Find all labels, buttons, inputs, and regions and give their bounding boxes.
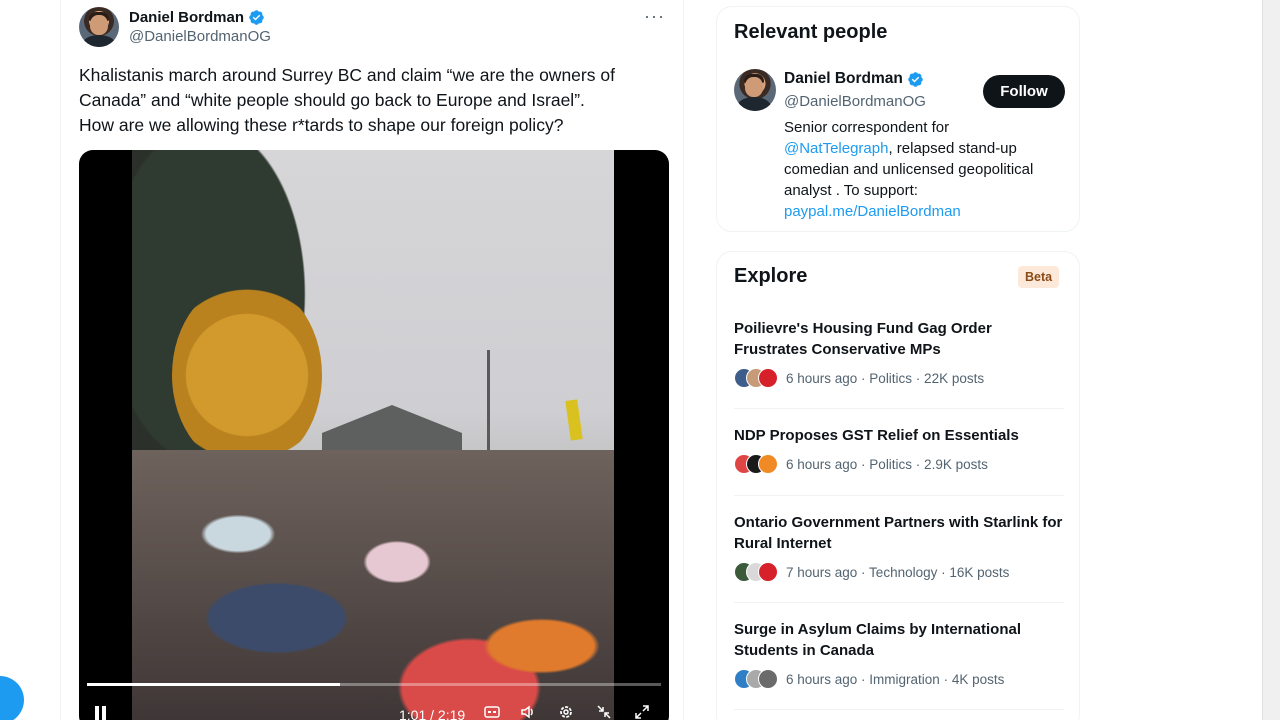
author-avatar[interactable] xyxy=(79,7,119,47)
explore-item-title: Surge in Asylum Claims by International … xyxy=(734,621,1022,659)
avatar xyxy=(758,669,778,689)
explore-title: Explore xyxy=(734,265,808,287)
author-name[interactable]: Daniel Bordman xyxy=(129,9,244,26)
more-options-button[interactable]: ··· xyxy=(644,6,665,27)
explore-item-meta: 6 hours ago · Immigration · 4K posts xyxy=(786,671,1005,687)
video-time: 1:01 / 2:19 xyxy=(399,707,466,720)
video-scene-flag xyxy=(565,399,583,441)
avatar-shirt xyxy=(82,35,116,47)
explore-item-meta-row: 7 hours ago · Technology · 16K posts xyxy=(734,562,1064,582)
avatar-shirt xyxy=(737,97,771,111)
explore-item-meta: 6 hours ago · Politics · 22K posts xyxy=(786,370,985,386)
divider xyxy=(734,709,1064,710)
tweet-header: Daniel Bordman @DanielBordmanOG xyxy=(79,6,271,48)
follow-button[interactable]: Follow xyxy=(983,75,1065,108)
tweet-text-line: Khalistanis march around Surrey BC and c… xyxy=(79,65,615,85)
explore-item-avatars xyxy=(734,368,778,388)
avatar xyxy=(758,368,778,388)
tweet-text-line: How are we allowing these r*tards to sha… xyxy=(79,115,564,135)
verified-badge-icon xyxy=(249,10,264,25)
tweet-text-line: Canada” and “white people should go back… xyxy=(79,90,585,110)
explore-item-title: Ontario Government Partners with Starlin… xyxy=(734,514,1063,552)
author-handle[interactable]: @DanielBordmanOG xyxy=(129,28,271,45)
pause-icon[interactable] xyxy=(93,704,109,720)
explore-item[interactable]: Ontario Government Partners with Starlin… xyxy=(734,512,1064,582)
explore-item-avatars xyxy=(734,669,778,689)
relevant-people-title: Relevant people xyxy=(734,21,888,43)
author-info: Daniel Bordman @DanielBordmanOG xyxy=(129,9,271,45)
explore-item-title: Poilievre's Housing Fund Gag Order Frust… xyxy=(734,320,992,358)
bio-url-link[interactable]: paypal.me/DanielBordman xyxy=(784,203,961,220)
relevant-people-card: Relevant people Daniel Bordman @DanielBo… xyxy=(716,6,1080,232)
volume-icon[interactable] xyxy=(519,704,537,720)
explore-item-avatars xyxy=(734,454,778,474)
main-column: Daniel Bordman @DanielBordmanOG ··· Khal… xyxy=(60,0,684,720)
avatar-face xyxy=(745,77,763,97)
divider xyxy=(734,602,1064,603)
explore-item-meta-row: 6 hours ago · Immigration · 4K posts xyxy=(734,669,1064,689)
fullscreen-icon[interactable] xyxy=(633,704,651,720)
verified-badge-icon xyxy=(908,71,923,87)
explore-card: Explore Beta Poilievre's Housing Fund Ga… xyxy=(716,251,1080,720)
explore-item-title: NDP Proposes GST Relief on Essentials xyxy=(734,427,1019,444)
divider xyxy=(734,495,1064,496)
video-scene-crowd xyxy=(132,450,614,720)
video-controls: 1:01 / 2:19 xyxy=(79,698,669,720)
bio-mention-link[interactable]: @NatTelegraph xyxy=(784,140,888,157)
video-frame[interactable] xyxy=(132,150,614,720)
explore-item-meta-row: 6 hours ago · Politics · 2.9K posts xyxy=(734,454,1064,474)
explore-item[interactable]: Poilievre's Housing Fund Gag Order Frust… xyxy=(734,318,1064,388)
explore-item-meta: 6 hours ago · Politics · 2.9K posts xyxy=(786,456,988,472)
explore-item-avatars xyxy=(734,562,778,582)
video-scene-tree-autumn xyxy=(172,280,322,470)
explore-item[interactable]: Surge in Asylum Claims by International … xyxy=(734,619,1064,689)
video-progress-bar[interactable] xyxy=(87,683,661,686)
relevant-person-avatar[interactable] xyxy=(734,69,776,111)
avatar xyxy=(758,454,778,474)
video-progress-fill xyxy=(87,683,340,686)
video-player[interactable]: 1:01 / 2:19 xyxy=(79,150,669,720)
avatar-face xyxy=(90,15,108,35)
relevant-person-name[interactable]: Daniel Bordman xyxy=(784,70,903,88)
page: Daniel Bordman @DanielBordmanOG ··· Khal… xyxy=(0,0,1280,720)
captions-icon[interactable] xyxy=(483,704,501,720)
bio-text: Senior correspondent for xyxy=(784,119,950,136)
explore-item-meta: 7 hours ago · Technology · 16K posts xyxy=(786,564,1010,580)
relevant-person-name-line: Daniel Bordman xyxy=(784,70,924,88)
beta-badge: Beta xyxy=(1018,266,1060,288)
relevant-person-bio: Senior correspondent for @NatTelegraph, … xyxy=(784,117,1069,222)
avatar xyxy=(758,562,778,582)
tweet-text: Khalistanis march around Surrey BC and c… xyxy=(79,63,669,138)
compose-fab-button[interactable] xyxy=(0,676,24,720)
author-name-line: Daniel Bordman xyxy=(129,9,271,26)
settings-icon[interactable] xyxy=(557,704,575,720)
divider xyxy=(734,408,1064,409)
explore-item-meta-row: 6 hours ago · Politics · 22K posts xyxy=(734,368,1064,388)
window-edge xyxy=(1262,0,1280,720)
explore-item[interactable]: NDP Proposes GST Relief on Essentials 6 … xyxy=(734,425,1064,474)
relevant-person-handle[interactable]: @DanielBordmanOG xyxy=(784,93,926,110)
minimize-icon[interactable] xyxy=(595,704,613,720)
